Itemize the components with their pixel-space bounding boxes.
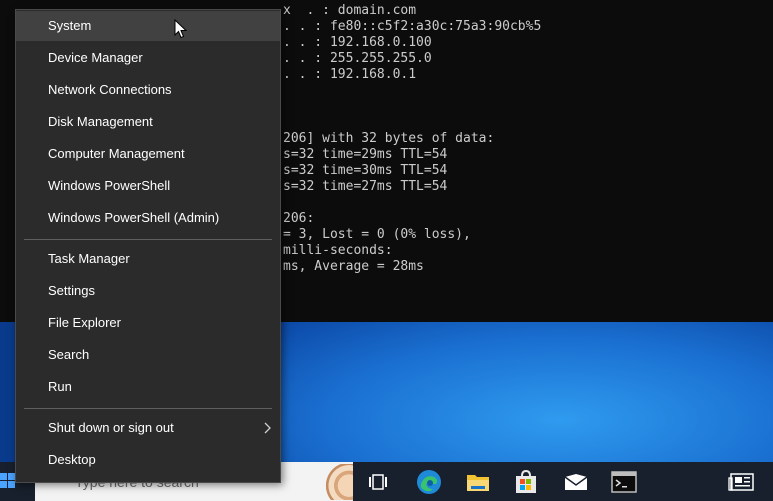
winx-context-menu: System Device Manager Network Connection… [15, 9, 281, 483]
menu-item-settings[interactable]: Settings [16, 276, 280, 306]
console-line: . . : 255.255.255.0 [283, 51, 432, 66]
console-line: 206: [283, 211, 315, 226]
menu-item-file-explorer[interactable]: File Explorer [16, 308, 280, 338]
console-line: s=32 time=30ms TTL=54 [283, 163, 448, 178]
terminal-icon[interactable] [600, 462, 648, 501]
menu-item-label: Device Manager [48, 50, 143, 65]
chevron-right-icon [264, 422, 271, 434]
menu-item-label: Run [48, 379, 72, 394]
menu-item-label: File Explorer [48, 315, 121, 330]
console-line: x . : domain.com [283, 3, 417, 18]
menu-item-task-manager[interactable]: Task Manager [16, 244, 280, 274]
menu-item-label: Windows PowerShell (Admin) [48, 210, 220, 225]
mouse-cursor-icon [174, 19, 188, 39]
console-line: milli-seconds: [283, 243, 393, 258]
menu-separator [24, 408, 272, 409]
task-view-icon[interactable] [354, 462, 402, 501]
menu-item-disk-management[interactable]: Disk Management [16, 107, 280, 137]
menu-item-label: Search [48, 347, 90, 362]
menu-item-label: Windows PowerShell [48, 178, 171, 193]
menu-item-label: Desktop [48, 452, 96, 467]
menu-item-label: Settings [48, 283, 95, 298]
menu-item-shut-down[interactable]: Shut down or sign out [16, 413, 280, 443]
mail-icon[interactable] [552, 462, 600, 501]
search-highlight-icon [319, 464, 353, 500]
news-icon[interactable] [717, 462, 765, 501]
console-line: = 3, Lost = 0 (0% loss), [283, 227, 471, 242]
store-icon[interactable] [502, 462, 550, 501]
console-line: ms, Average = 28ms [283, 259, 424, 274]
menu-item-windows-powershell-admin[interactable]: Windows PowerShell (Admin) [16, 203, 280, 233]
menu-item-computer-management[interactable]: Computer Management [16, 139, 280, 169]
file-explorer-icon[interactable] [454, 462, 502, 501]
menu-item-run[interactable]: Run [16, 372, 280, 402]
menu-item-device-manager[interactable]: Device Manager [16, 43, 280, 73]
menu-separator [24, 239, 272, 240]
menu-item-label: Disk Management [48, 114, 153, 129]
console-line: . . : 192.168.0.1 [283, 67, 417, 82]
menu-item-label: Task Manager [48, 251, 130, 266]
menu-item-windows-powershell[interactable]: Windows PowerShell [16, 171, 280, 201]
console-line: 206] with 32 bytes of data: [283, 131, 495, 146]
console-line: . . : fe80::c5f2:a30c:75a3:90cb%5 [283, 19, 542, 34]
menu-item-desktop[interactable]: Desktop [16, 445, 280, 475]
menu-item-label: Shut down or sign out [48, 420, 174, 435]
menu-item-search[interactable]: Search [16, 340, 280, 370]
menu-item-label: Computer Management [48, 146, 185, 161]
edge-icon[interactable] [405, 462, 453, 501]
console-line: s=32 time=29ms TTL=54 [283, 147, 448, 162]
menu-item-system[interactable]: System [16, 11, 280, 41]
menu-item-network-connections[interactable]: Network Connections [16, 75, 280, 105]
menu-item-label: Network Connections [48, 82, 172, 97]
console-line: s=32 time=27ms TTL=54 [283, 179, 448, 194]
menu-item-label: System [48, 18, 92, 33]
console-line: . . : 192.168.0.100 [283, 35, 432, 50]
